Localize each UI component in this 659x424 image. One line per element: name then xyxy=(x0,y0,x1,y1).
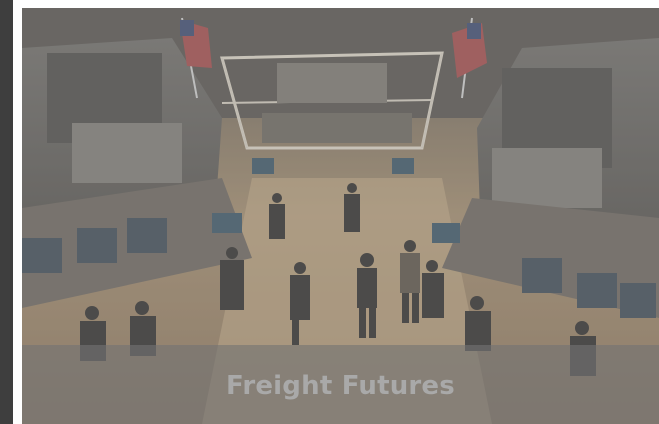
trading-floor-photo: Freight Futures xyxy=(22,8,659,424)
banner-stage: Freight Futures xyxy=(0,0,659,424)
left-gap xyxy=(13,0,22,424)
left-edge-bar xyxy=(0,0,13,424)
banner-title: Freight Futures xyxy=(226,371,455,401)
